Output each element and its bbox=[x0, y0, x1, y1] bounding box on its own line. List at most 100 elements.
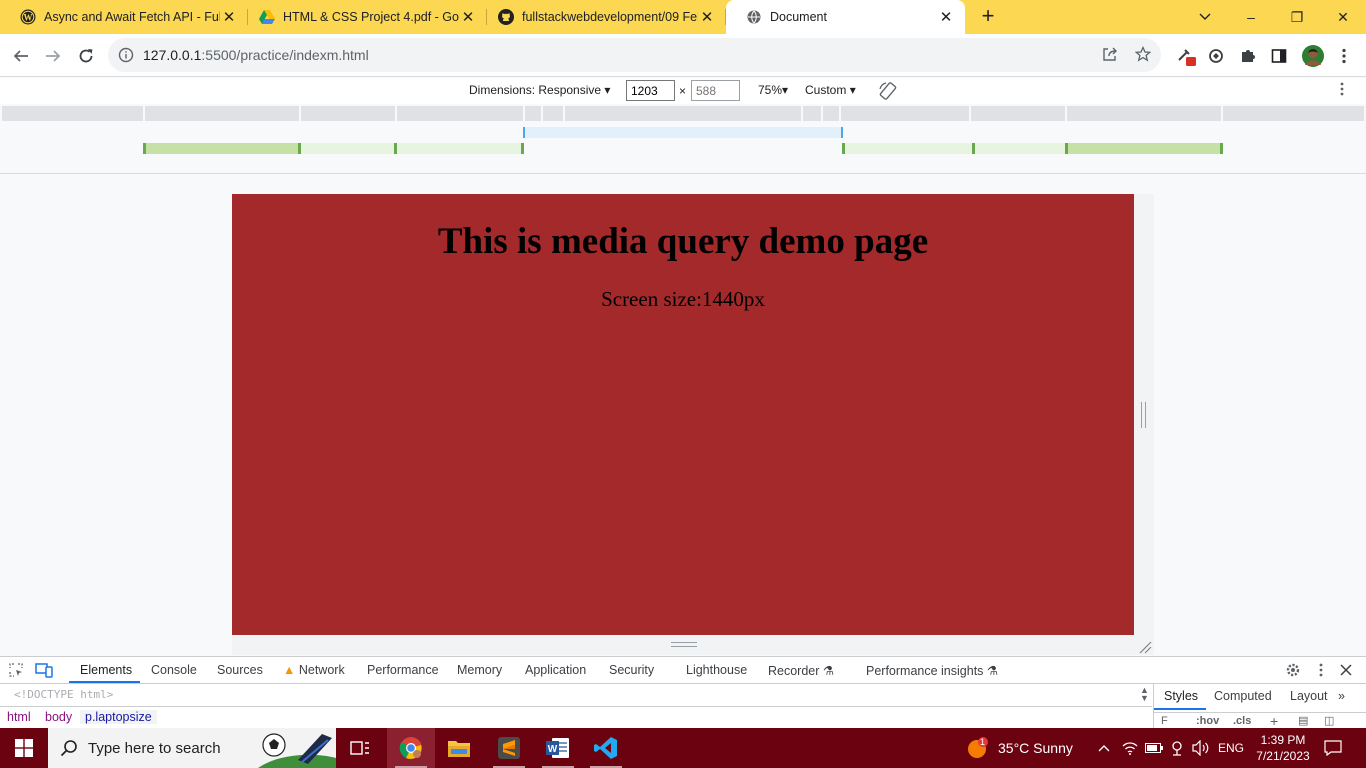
media-query-bar[interactable] bbox=[523, 127, 843, 138]
tab-layout[interactable]: Layout bbox=[1290, 689, 1328, 703]
notifications-icon[interactable] bbox=[1324, 728, 1342, 768]
side-panel-icon[interactable] bbox=[1268, 45, 1290, 67]
tab-styles[interactable]: Styles bbox=[1164, 689, 1198, 703]
tab-security[interactable]: Security bbox=[609, 663, 654, 677]
tab-console[interactable]: Console bbox=[151, 663, 197, 677]
throttle-dropdown[interactable]: Custom ▾ bbox=[805, 83, 856, 97]
media-query-bar[interactable] bbox=[842, 143, 972, 154]
profile-avatar[interactable] bbox=[1302, 45, 1324, 67]
styles-pane: Styles Computed Layout » F :hov .cls + ▤… bbox=[1153, 684, 1366, 729]
bookmark-star-icon[interactable] bbox=[1134, 45, 1152, 64]
file-explorer-icon[interactable] bbox=[435, 728, 483, 768]
device-toolbar-menu-icon[interactable] bbox=[1340, 82, 1344, 99]
breadcrumb-body[interactable]: body bbox=[45, 710, 72, 724]
doctype-node[interactable]: <!DOCTYPE html> bbox=[14, 688, 113, 701]
more-tabs-icon[interactable]: » bbox=[1338, 689, 1345, 703]
tab-search-icon[interactable] bbox=[1182, 0, 1228, 34]
reload-icon[interactable] bbox=[73, 43, 99, 69]
close-tab-icon[interactable]: ✕ bbox=[220, 8, 238, 26]
media-query-bar[interactable] bbox=[1065, 143, 1223, 154]
tab-sources[interactable]: Sources bbox=[217, 663, 263, 677]
word-icon[interactable]: W bbox=[534, 728, 582, 768]
site-info-icon[interactable] bbox=[118, 47, 134, 63]
new-tab-button[interactable]: + bbox=[976, 5, 1000, 29]
puzzle-extensions-icon[interactable] bbox=[1237, 45, 1259, 67]
cls-toggle[interactable]: .cls bbox=[1233, 715, 1251, 727]
new-rule-icon[interactable]: + bbox=[1270, 713, 1278, 729]
vscode-icon[interactable] bbox=[582, 728, 630, 768]
sublime-text-icon[interactable] bbox=[485, 728, 533, 768]
eyedropper-extension-icon[interactable] bbox=[1176, 45, 1198, 67]
media-query-bar[interactable] bbox=[143, 143, 301, 154]
tab-memory[interactable]: Memory bbox=[457, 663, 502, 677]
media-query-bar[interactable] bbox=[397, 143, 524, 154]
forward-icon[interactable] bbox=[40, 43, 66, 69]
volume-icon[interactable] bbox=[1192, 728, 1210, 768]
browser-tab-github[interactable]: fullstackwebdevelopment/09 Feb ✕ bbox=[478, 0, 726, 34]
settings-gear-icon[interactable] bbox=[1284, 661, 1302, 679]
breadcrumb-p-laptopsize[interactable]: p.laptopsize bbox=[80, 710, 157, 724]
breadcrumb-html[interactable]: html bbox=[7, 710, 31, 724]
throttle-label: Custom bbox=[805, 83, 847, 97]
bottom-resize-handle[interactable] bbox=[232, 635, 1154, 655]
tab-performance-insights[interactable]: Performance insights ⚗ bbox=[866, 663, 998, 678]
corner-resize-handle[interactable] bbox=[1138, 640, 1152, 654]
hov-toggle[interactable]: :hov bbox=[1196, 715, 1219, 727]
extension-sync-icon[interactable] bbox=[1205, 45, 1227, 67]
device-toggle-icon[interactable] bbox=[35, 661, 53, 679]
tab-lighthouse[interactable]: Lighthouse bbox=[686, 663, 747, 677]
minimize-button[interactable]: – bbox=[1228, 0, 1274, 34]
wordpress-icon: W bbox=[20, 9, 36, 25]
taskbar-search-box[interactable]: Type here to search bbox=[48, 728, 336, 768]
device-ruler[interactable] bbox=[2, 106, 1364, 121]
media-query-bar[interactable] bbox=[301, 143, 397, 154]
weather-widget[interactable]: 1 35°C Sunny bbox=[966, 728, 1073, 768]
styles-filter-input[interactable]: F bbox=[1161, 715, 1168, 727]
show-hidden-icons-icon[interactable] bbox=[1098, 728, 1110, 768]
close-tab-icon[interactable]: ✕ bbox=[937, 8, 955, 26]
tab-application[interactable]: Application bbox=[525, 663, 586, 677]
rotate-icon[interactable] bbox=[878, 81, 898, 104]
close-devtools-icon[interactable] bbox=[1337, 661, 1355, 679]
close-tab-icon[interactable]: ✕ bbox=[698, 8, 716, 26]
inspect-element-icon[interactable] bbox=[7, 661, 25, 679]
dimension-separator: × bbox=[679, 84, 687, 98]
svg-text:W: W bbox=[24, 13, 33, 23]
language-indicator[interactable]: ENG bbox=[1218, 728, 1244, 768]
close-window-button[interactable]: ✕ bbox=[1320, 0, 1366, 34]
wifi-icon[interactable] bbox=[1122, 728, 1138, 768]
battery-icon[interactable] bbox=[1145, 728, 1163, 768]
taskbar-clock[interactable]: 1:39 PM 7/21/2023 bbox=[1248, 732, 1318, 764]
zoom-dropdown[interactable]: 75%▾ bbox=[758, 83, 788, 97]
devtools-menu-icon[interactable] bbox=[1312, 661, 1330, 679]
restore-button[interactable]: ❐ bbox=[1274, 0, 1320, 34]
media-query-bar[interactable] bbox=[972, 143, 1068, 154]
network-status-icon[interactable] bbox=[1169, 728, 1185, 768]
address-bar[interactable]: 127.0.0.1:5500/practice/indexm.html bbox=[108, 38, 1161, 72]
tab-network[interactable]: ▲ Network bbox=[283, 663, 345, 677]
browser-tab-document[interactable]: Document ✕ bbox=[726, 0, 965, 34]
element-state-icon[interactable]: ◫ bbox=[1324, 714, 1334, 727]
chrome-menu-icon[interactable] bbox=[1333, 45, 1355, 67]
right-resize-handle[interactable] bbox=[1134, 194, 1154, 635]
back-icon[interactable] bbox=[8, 43, 34, 69]
height-input[interactable] bbox=[691, 80, 740, 101]
page-heading: This is media query demo page bbox=[437, 221, 929, 262]
close-tab-icon[interactable]: ✕ bbox=[459, 8, 477, 26]
browser-tab-async-await[interactable]: W Async and Await Fetch API - Full Stack… bbox=[0, 0, 248, 34]
performance-insights-label: Performance insights bbox=[866, 664, 984, 678]
tab-elements[interactable]: Elements bbox=[80, 663, 132, 677]
windows-start-icon[interactable] bbox=[0, 728, 48, 768]
task-view-icon[interactable] bbox=[336, 728, 384, 768]
tab-computed[interactable]: Computed bbox=[1214, 689, 1272, 703]
width-input[interactable] bbox=[626, 80, 675, 101]
share-icon[interactable] bbox=[1101, 46, 1119, 64]
dimensions-dropdown[interactable]: Dimensions: Responsive ▾ bbox=[469, 83, 610, 97]
dom-scroll-arrows-icon[interactable]: ▲ ▼ bbox=[1140, 686, 1149, 703]
tab-performance[interactable]: Performance bbox=[367, 663, 439, 677]
tab-recorder[interactable]: Recorder ⚗ bbox=[768, 663, 834, 678]
browser-tab-pdf[interactable]: HTML & CSS Project 4.pdf - Google Drive … bbox=[239, 0, 487, 34]
tab-title: fullstackwebdevelopment/09 Feb bbox=[522, 10, 698, 24]
computed-styles-toggle-icon[interactable]: ▤ bbox=[1298, 714, 1308, 727]
chrome-taskbar-icon[interactable] bbox=[387, 728, 435, 768]
